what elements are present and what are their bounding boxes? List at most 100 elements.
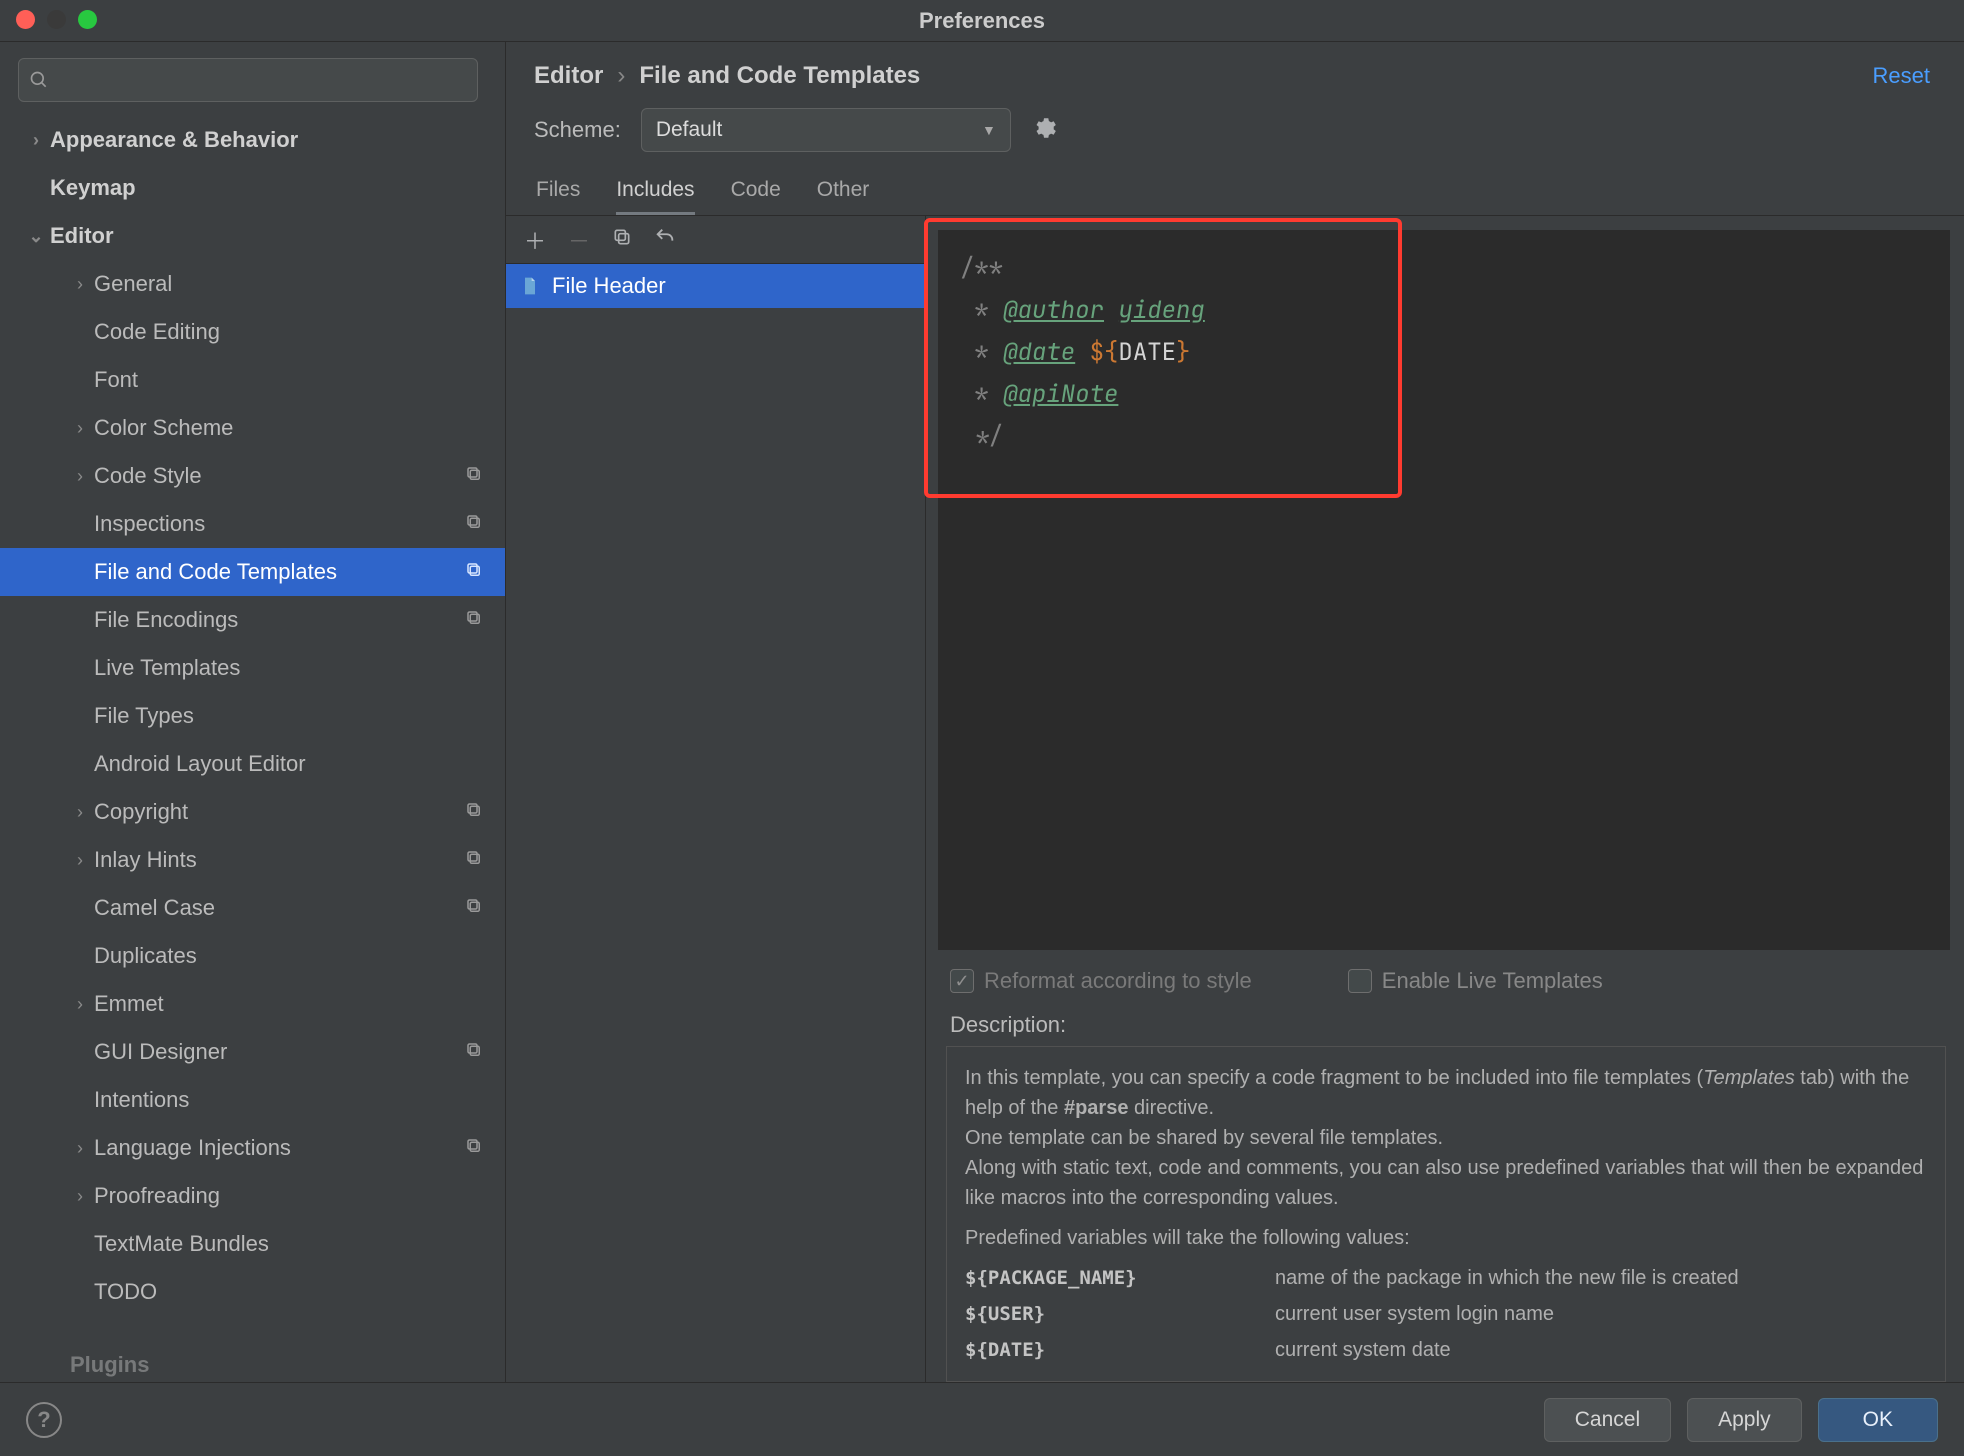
sidebar-item-live-templates[interactable]: Live Templates [0,644,505,692]
sidebar-item-file-types[interactable]: File Types [0,692,505,740]
template-list-column: ＋ － File Header [506,216,926,1382]
cancel-button[interactable]: Cancel [1544,1398,1671,1442]
tab-includes[interactable]: Includes [616,178,694,215]
sidebar-item-label: Appearance & Behavior [50,127,298,153]
scope-badge-icon [465,799,483,825]
checkbox-icon [1348,969,1372,993]
tab-code[interactable]: Code [731,178,781,215]
sidebar-item-appearance-behavior[interactable]: ›Appearance & Behavior [0,116,505,164]
scheme-value: Default [656,118,723,142]
sidebar-item-copyright[interactable]: ›Copyright [0,788,505,836]
sidebar-item-label: Editor [50,223,114,249]
description-label: Description: [926,1006,1964,1046]
settings-sidebar: ›Appearance & BehaviorKeymap⌄Editor›Gene… [0,42,506,1382]
sidebar-item-emmet[interactable]: ›Emmet [0,980,505,1028]
file-icon [520,275,542,297]
sidebar-item-label: File and Code Templates [94,559,337,585]
sidebar-item-label: Proofreading [94,1183,220,1209]
sidebar-item-gui-designer[interactable]: GUI Designer [0,1028,505,1076]
window-title: Preferences [919,8,1045,34]
sidebar-item-editor[interactable]: ⌄Editor [0,212,505,260]
sidebar-item-general[interactable]: ›General [0,260,505,308]
help-button[interactable]: ? [26,1402,62,1438]
sidebar-item-label: TODO [94,1279,157,1305]
sidebar-item-font[interactable]: Font [0,356,505,404]
tab-files[interactable]: Files [536,178,580,215]
titlebar: Preferences [0,0,1964,42]
template-item-file-header[interactable]: File Header [506,264,925,308]
ok-button[interactable]: OK [1818,1398,1938,1442]
scope-badge-icon [465,1135,483,1161]
sidebar-item-label: Code Style [94,463,202,489]
chevron-right-icon: › [70,994,90,1015]
sidebar-item-code-style[interactable]: ›Code Style [0,452,505,500]
copy-icon[interactable] [612,227,632,253]
scope-badge-icon [465,463,483,489]
remove-icon[interactable]: － [568,224,590,256]
sidebar-item-proofreading[interactable]: ›Proofreading [0,1172,505,1220]
sidebar-item-label: Duplicates [94,943,197,969]
template-toolbar: ＋ － [506,216,925,264]
live-templates-checkbox[interactable]: Enable Live Templates [1348,968,1603,994]
zoom-window-button[interactable] [78,10,97,29]
description-box: In this template, you can specify a code… [946,1046,1946,1382]
scope-badge-icon [465,895,483,921]
add-icon[interactable]: ＋ [524,224,546,256]
sidebar-item-color-scheme[interactable]: ›Color Scheme [0,404,505,452]
template-tabs: Files Includes Code Other [506,160,1964,216]
search-icon [29,70,49,90]
sidebar-item-camel-case[interactable]: Camel Case [0,884,505,932]
template-list: File Header [506,264,925,1382]
sidebar-item-todo[interactable]: TODO [0,1268,505,1316]
search-input[interactable] [57,69,467,92]
template-item-label: File Header [552,273,666,299]
sidebar-item-file-encodings[interactable]: File Encodings [0,596,505,644]
chevron-right-icon: › [617,62,625,90]
sidebar-item-language-injections[interactable]: ›Language Injections [0,1124,505,1172]
variable-name: ${DATE} [965,1335,1275,1365]
sidebar-item-textmate-bundles[interactable]: TextMate Bundles [0,1220,505,1268]
chevron-right-icon: › [70,850,90,871]
sidebar-item-intentions[interactable]: Intentions [0,1076,505,1124]
chevron-right-icon: › [70,418,90,439]
close-window-button[interactable] [16,10,35,29]
sidebar-item-label: Keymap [50,175,136,201]
sidebar-item-keymap[interactable]: Keymap [0,164,505,212]
breadcrumb-current: File and Code Templates [639,62,920,90]
sidebar-item-inlay-hints[interactable]: ›Inlay Hints [0,836,505,884]
sidebar-item-label: Code Editing [94,319,220,345]
settings-tree: ›Appearance & BehaviorKeymap⌄Editor›Gene… [0,112,505,1382]
tab-other[interactable]: Other [817,178,870,215]
scope-badge-icon [465,1039,483,1065]
search-input-wrap[interactable] [18,58,478,102]
breadcrumb: Editor › File and Code Templates [534,62,1873,90]
reformat-checkbox[interactable]: Reformat according to style [950,968,1252,994]
chevron-right-icon: › [70,274,90,295]
gear-icon[interactable] [1031,115,1057,146]
sidebar-item-label: Live Templates [94,655,240,681]
variable-row: ${DATE}current system date [965,1335,1927,1365]
reset-link[interactable]: Reset [1873,63,1930,89]
sidebar-item-label: Language Injections [94,1135,291,1161]
sidebar-item-android-layout-editor[interactable]: Android Layout Editor [0,740,505,788]
chevron-right-icon: › [70,466,90,487]
sidebar-cutoff: Plugins [0,1352,505,1382]
sidebar-item-label: Inlay Hints [94,847,197,873]
undo-icon[interactable] [654,226,676,254]
breadcrumb-parent[interactable]: Editor [534,62,603,90]
sidebar-item-label: Camel Case [94,895,215,921]
sidebar-item-label: GUI Designer [94,1039,227,1065]
scheme-select[interactable]: Default ▼ [641,108,1011,152]
sidebar-item-file-and-code-templates[interactable]: File and Code Templates [0,548,505,596]
scheme-label: Scheme: [534,117,621,143]
sidebar-item-inspections[interactable]: Inspections [0,500,505,548]
apply-button[interactable]: Apply [1687,1398,1802,1442]
sidebar-item-label: Emmet [94,991,164,1017]
variable-row: ${USER}current user system login name [965,1299,1927,1329]
sidebar-item-code-editing[interactable]: Code Editing [0,308,505,356]
minimize-window-button[interactable] [47,10,66,29]
chevron-down-icon: ⌄ [26,226,46,247]
code-editor[interactable]: /** * @author yideng * @date ${DATE} * @… [938,230,1950,950]
sidebar-item-duplicates[interactable]: Duplicates [0,932,505,980]
variable-desc: current system date [1275,1335,1927,1365]
